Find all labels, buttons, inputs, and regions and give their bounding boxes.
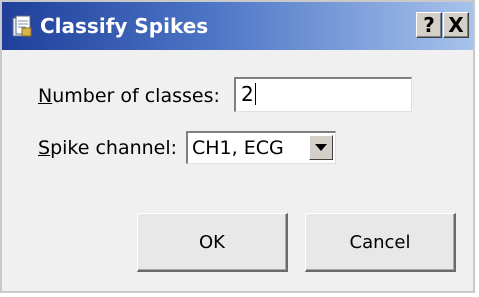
dropdown-selected-value: CH1, ECG [192,137,284,159]
close-button[interactable]: X [443,12,469,38]
dialog-window: Classify Spikes ? X Number of classes: 2… [0,0,475,293]
input-value: 2 [241,82,254,106]
cancel-button[interactable]: Cancel [305,213,456,272]
label-text: pike channel: [50,137,178,159]
ok-button[interactable]: OK [137,213,288,272]
access-key: N [38,85,53,107]
help-button[interactable]: ? [416,12,442,38]
label-text: umber of classes: [52,85,220,107]
document-icon [12,15,32,37]
spike-channel-dropdown[interactable]: CH1, ECG [186,131,336,164]
title-bar[interactable]: Classify Spikes ? X [2,2,473,50]
spike-channel-label: Spike channel: [38,136,177,160]
chevron-down-icon [315,144,327,151]
window-title: Classify Spikes [40,14,209,38]
access-key: S [38,137,51,159]
text-caret [254,83,256,105]
dropdown-arrow-button[interactable] [309,135,333,160]
number-of-classes-input[interactable]: 2 [234,77,412,112]
number-of-classes-label: Number of classes: [38,84,220,108]
